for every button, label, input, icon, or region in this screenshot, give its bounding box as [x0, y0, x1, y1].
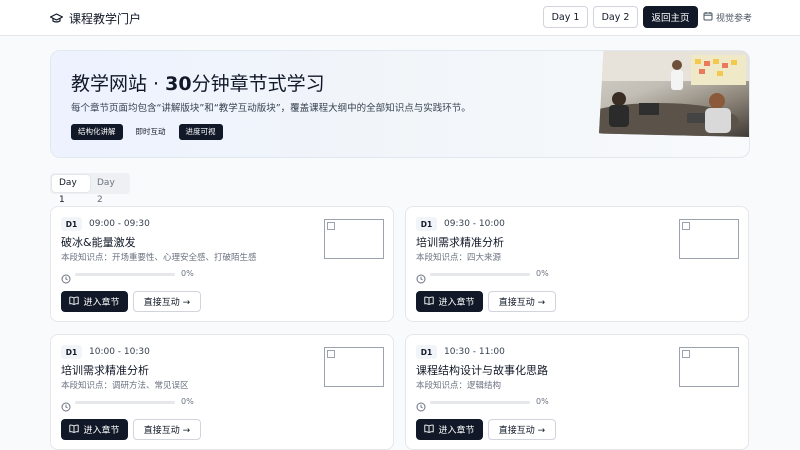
progress-label: 0%: [181, 269, 194, 278]
enter-chapter-label: 进入章节: [83, 298, 120, 308]
chapter-title: 培训需求精准分析: [416, 236, 504, 249]
header-day1-button[interactable]: Day 1: [543, 6, 588, 28]
direct-interaction-button[interactable]: 直接互动 →: [488, 291, 556, 312]
chapter-title: 破冰&能量激发: [61, 236, 136, 249]
day-badge: D1: [416, 345, 437, 359]
chapter-knowledge: 本段知识点：逻辑结构: [416, 381, 502, 391]
header-day2-button[interactable]: Day 2: [593, 6, 638, 28]
progress-bar: [75, 273, 175, 276]
clock-icon: [61, 269, 71, 288]
tab-day2[interactable]: Day 2: [90, 175, 128, 205]
direct-interaction-button[interactable]: 直接互动 →: [133, 419, 201, 440]
enter-chapter-button[interactable]: 进入章节: [416, 419, 483, 440]
chapter-card: D1 10:30 - 11:00 课程结构设计与故事化思路 本段知识点：逻辑结构…: [405, 334, 749, 450]
tab-day1[interactable]: Day 1: [52, 175, 90, 205]
broken-image-thumbnail: [679, 219, 739, 259]
tag-structured: 结构化讲解: [71, 124, 123, 140]
chapter-title: 培训需求精准分析: [61, 364, 149, 377]
chapter-card: D1 10:00 - 10:30 培训需求精准分析 本段知识点：调研方法、常见误…: [50, 334, 394, 450]
book-icon: [69, 424, 80, 436]
progress-bar: [430, 273, 530, 276]
clock-icon: [416, 269, 426, 288]
home-button[interactable]: 返回主页: [643, 6, 698, 28]
enter-chapter-label: 进入章节: [83, 426, 120, 436]
progress-bar: [430, 401, 530, 404]
hero-title: 教学网站 · 30分钟章节式学习: [71, 73, 325, 95]
classroom-photo: [599, 51, 749, 137]
hero-banner: 教学网站 · 30分钟章节式学习 每个章节页面均包含“讲解版块”和“教学互动版块…: [50, 50, 750, 158]
book-icon: [424, 424, 435, 436]
enter-chapter-label: 进入章节: [438, 298, 475, 308]
enter-chapter-button[interactable]: 进入章节: [61, 419, 128, 440]
visual-reference-label: 视觉参考: [716, 14, 753, 24]
visual-reference-link[interactable]: 视觉参考: [703, 11, 752, 24]
enter-chapter-button[interactable]: 进入章节: [416, 291, 483, 312]
time-range: 09:30 - 10:00: [444, 219, 505, 229]
chapter-knowledge: 本段知识点：开场重要性、心理安全感、打破陌生感: [61, 253, 257, 263]
day-badge: D1: [61, 217, 82, 231]
direct-interaction-button[interactable]: 直接互动 →: [133, 291, 201, 312]
progress-label: 0%: [536, 397, 549, 406]
book-icon: [69, 296, 80, 308]
chapter-card: D1 09:30 - 10:00 培训需求精准分析 本段知识点：四大来源 0% …: [405, 206, 749, 322]
enter-chapter-label: 进入章节: [438, 426, 475, 436]
top-header: 课程教学门户 Day 1 Day 2 返回主页 视觉参考: [0, 0, 800, 36]
progress-label: 0%: [536, 269, 549, 278]
calendar-icon: [703, 11, 713, 24]
tag-progress: 进度可视: [178, 124, 223, 140]
direct-interaction-button[interactable]: 直接互动 →: [488, 419, 556, 440]
chapter-title: 课程结构设计与故事化思路: [416, 364, 548, 377]
progress-bar: [75, 401, 175, 404]
hero-subtitle: 每个章节页面均包含“讲解版块”和“教学互动版块”，覆盖课程大纲中的全部知识点与实…: [71, 103, 471, 114]
time-range: 10:30 - 11:00: [444, 347, 505, 357]
chapter-knowledge: 本段知识点：调研方法、常见误区: [61, 381, 189, 391]
brand-title: 课程教学门户: [69, 12, 142, 26]
day-badge: D1: [61, 345, 82, 359]
clock-icon: [416, 397, 426, 416]
graduation-cap-icon: [49, 9, 64, 28]
hero-tags: 结构化讲解 即时互动 进度可视: [71, 124, 223, 140]
day-tabs: Day 1 Day 2: [50, 173, 130, 205]
time-range: 09:00 - 09:30: [89, 219, 150, 229]
broken-image-thumbnail: [679, 347, 739, 387]
brand[interactable]: 课程教学门户: [49, 9, 142, 28]
chapter-knowledge: 本段知识点：四大来源: [416, 253, 502, 263]
broken-image-thumbnail: [324, 347, 384, 387]
book-icon: [424, 296, 435, 308]
progress-label: 0%: [181, 397, 194, 406]
broken-image-thumbnail: [324, 219, 384, 259]
clock-icon: [61, 397, 71, 416]
time-range: 10:00 - 10:30: [89, 347, 150, 357]
chapter-card: D1 09:00 - 09:30 破冰&能量激发 本段知识点：开场重要性、心理安…: [50, 206, 394, 322]
day-badge: D1: [416, 217, 437, 231]
tag-interactive: 即时互动: [135, 127, 166, 136]
enter-chapter-button[interactable]: 进入章节: [61, 291, 128, 312]
